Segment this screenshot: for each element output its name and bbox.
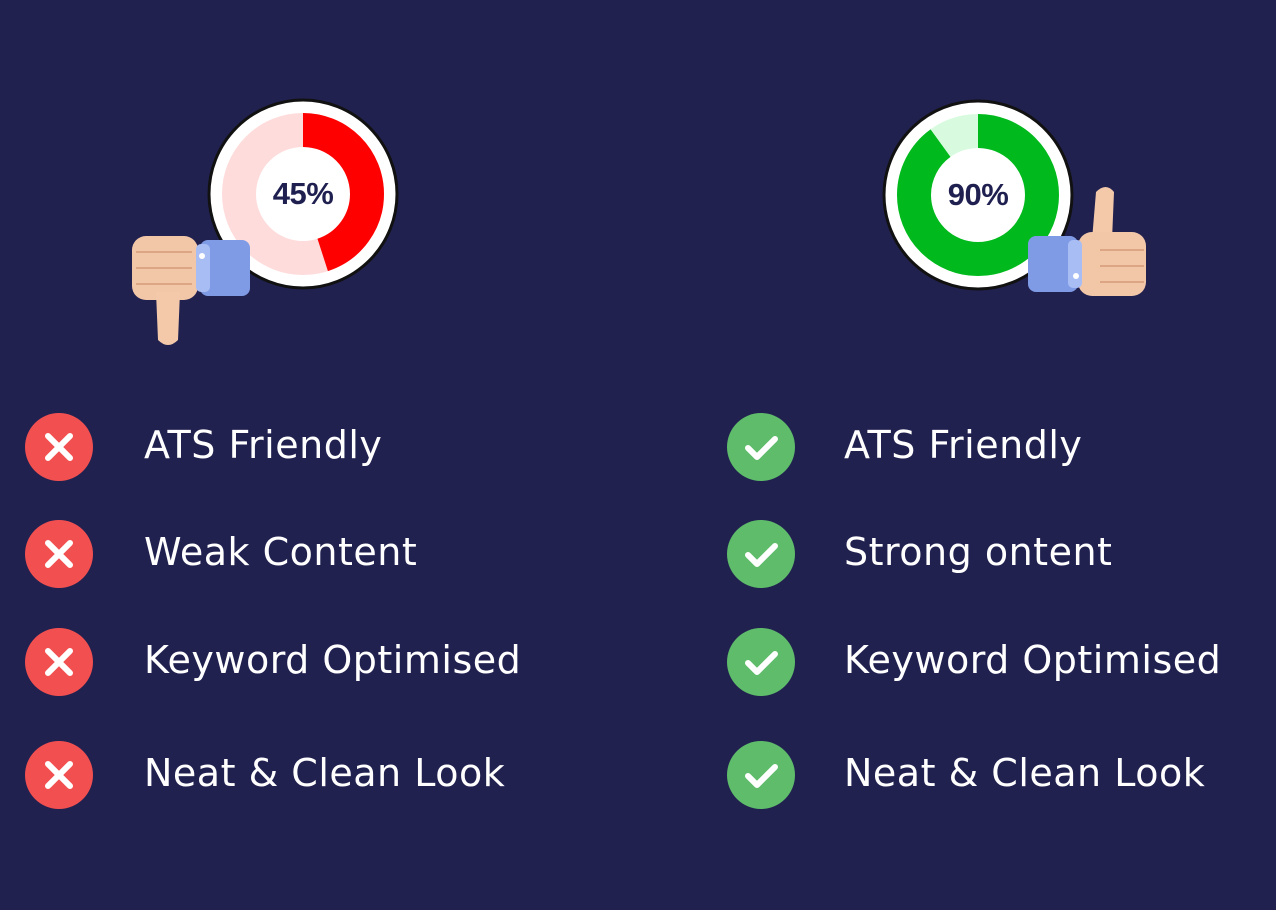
list-item: Keyword Optimised <box>726 627 1276 697</box>
check-icon <box>726 412 796 482</box>
list-item: ATS Friendly <box>726 412 1276 482</box>
list-item: Keyword Optimised <box>24 627 644 697</box>
list-item-label: Neat & Clean Look <box>144 751 506 795</box>
list-item-label: Weak Content <box>144 530 418 574</box>
check-icon <box>726 519 796 589</box>
list-item: Weak Content <box>24 519 644 589</box>
list-item: Neat & Clean Look <box>24 740 644 810</box>
list-item: Strong ontent <box>726 519 1276 589</box>
list-item-label: Neat & Clean Look <box>844 751 1206 795</box>
right-panel: 90% ATS Friendly Strong ontent Keyword O… <box>638 0 1276 910</box>
cross-icon <box>24 740 94 810</box>
list-item-label: ATS Friendly <box>844 423 1083 467</box>
list-item-label: Keyword Optimised <box>844 638 1222 682</box>
cross-icon <box>24 519 94 589</box>
list-item: Neat & Clean Look <box>726 740 1276 810</box>
left-panel: 45% ATS Friendly Weak Content Keyword Op… <box>0 0 638 910</box>
check-icon <box>726 627 796 697</box>
list-item-label: Keyword Optimised <box>144 638 522 682</box>
cross-icon <box>24 627 94 697</box>
list-item: ATS Friendly <box>24 412 644 482</box>
check-icon <box>726 740 796 810</box>
thumbs-down-icon <box>128 222 258 352</box>
list-item-label: ATS Friendly <box>144 423 383 467</box>
cross-icon <box>24 412 94 482</box>
list-item-label: Strong ontent <box>844 530 1113 574</box>
thumbs-up-icon <box>1020 180 1150 310</box>
